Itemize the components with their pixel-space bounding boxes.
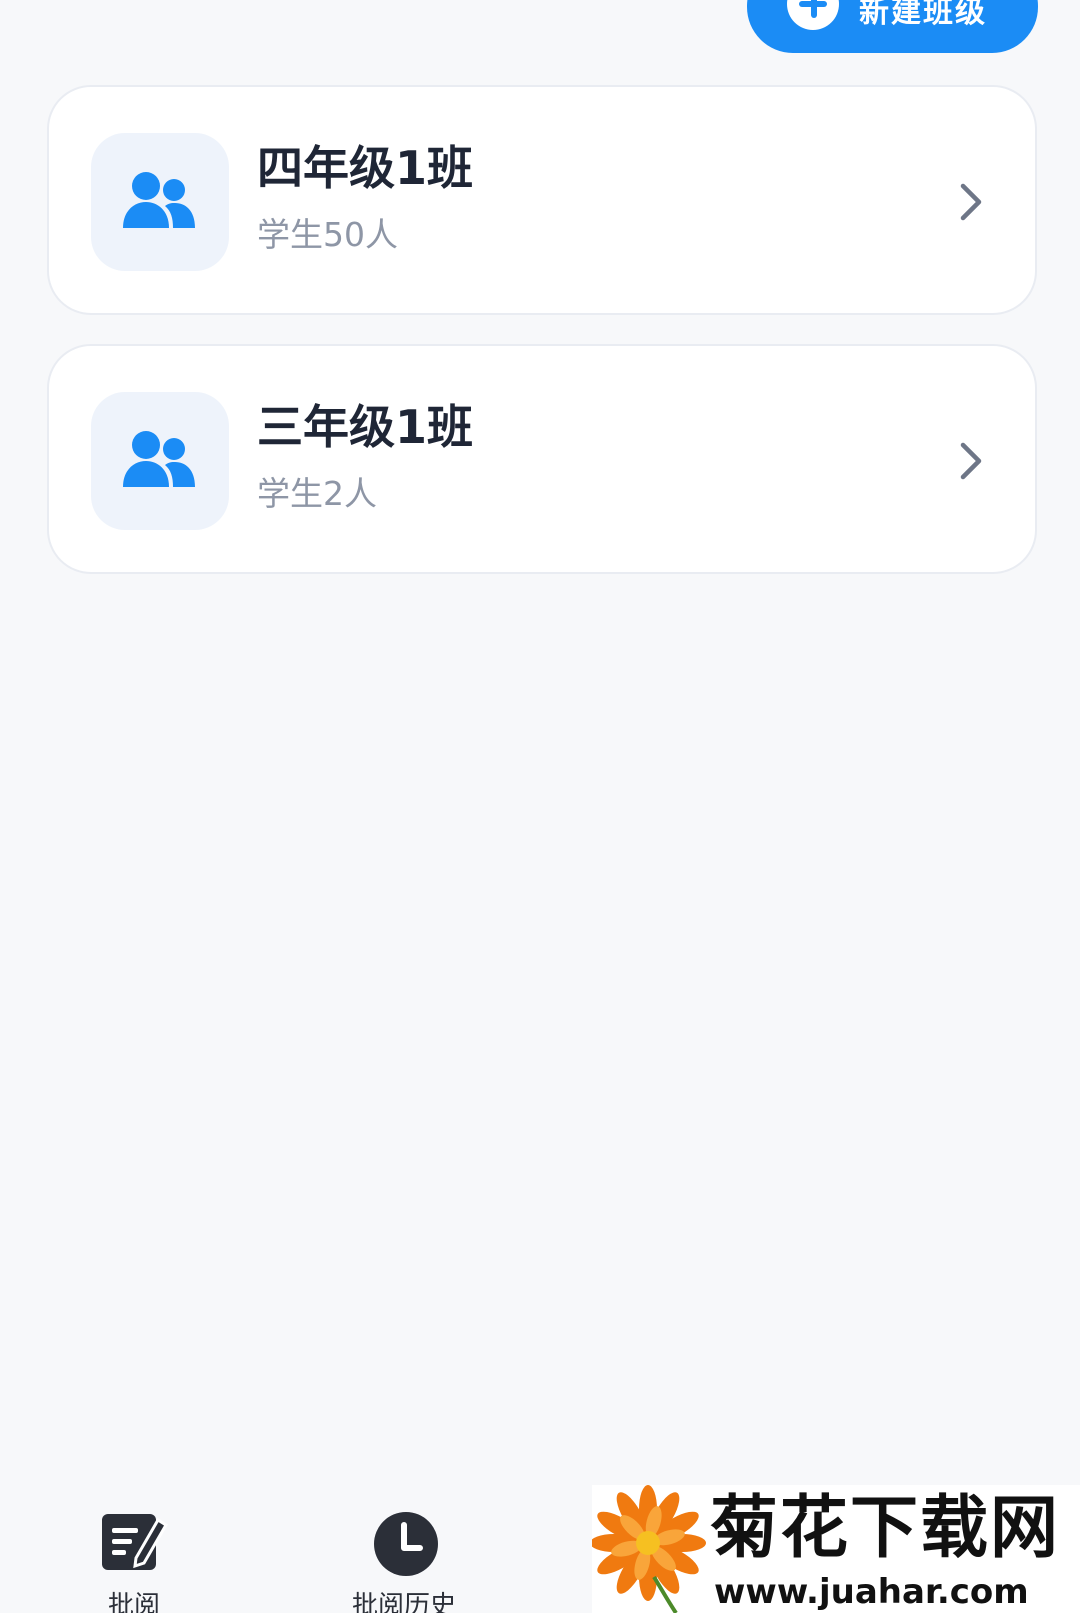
users-icon xyxy=(123,172,195,228)
flower-logo-icon xyxy=(592,1485,706,1613)
class-card[interactable]: 四年级1班 学生50人 xyxy=(47,85,1037,315)
clock-icon xyxy=(374,1512,438,1576)
edit-note-icon xyxy=(102,1514,169,1570)
chevron-right-icon xyxy=(960,442,982,480)
tab-review[interactable]: 批阅 xyxy=(100,1510,180,1613)
class-icon-box xyxy=(91,392,229,530)
users-icon xyxy=(123,431,195,487)
watermark-url: www.juahar.com xyxy=(714,1572,1029,1612)
class-icon-box xyxy=(91,133,229,271)
new-class-label: 新建班级 xyxy=(859,0,987,30)
tab-review-history[interactable]: 批阅历史 xyxy=(352,1510,456,1613)
class-list-page: 新建班级 四年级1班 学生50人 三年级1班 学生2人 批阅 批阅历史 菊花下载… xyxy=(0,0,1080,1613)
tab-review-label: 批阅 xyxy=(108,1591,161,1613)
chevron-right-icon xyxy=(960,183,982,221)
site-watermark: 菊花下载网 www.juahar.com xyxy=(592,1485,1080,1613)
class-student-count: 学生50人 xyxy=(257,215,398,254)
tab-review-history-label: 批阅历史 xyxy=(352,1591,457,1613)
class-card[interactable]: 三年级1班 学生2人 xyxy=(47,344,1037,574)
new-class-button[interactable]: 新建班级 xyxy=(747,0,1038,53)
class-student-count: 学生2人 xyxy=(257,474,377,513)
class-name: 四年级1班 xyxy=(257,141,474,195)
class-name: 三年级1班 xyxy=(257,400,474,454)
watermark-name: 菊花下载网 xyxy=(710,1489,1061,1568)
plus-icon xyxy=(787,0,839,30)
